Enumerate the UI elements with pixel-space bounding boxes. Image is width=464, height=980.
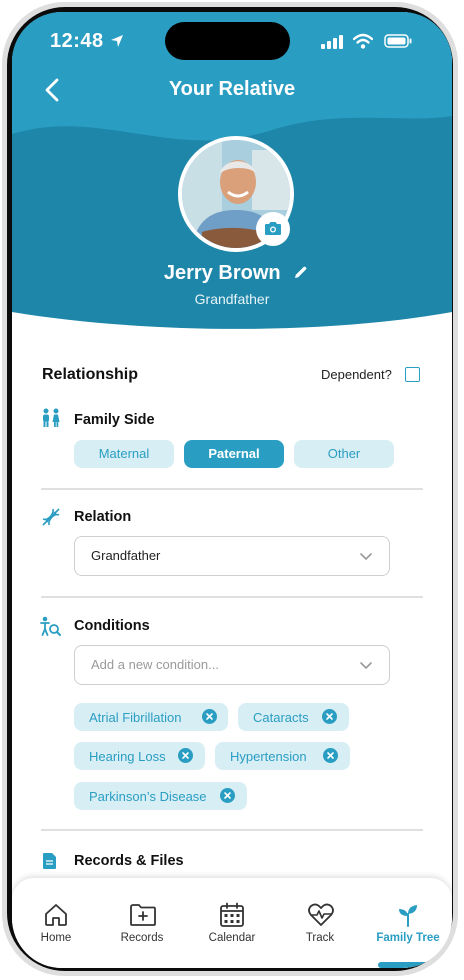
conditions-label: Conditions: [74, 618, 150, 634]
family-people-icon: [43, 408, 60, 427]
condition-chip: Hypertension: [215, 742, 350, 770]
dependent-label: Dependent?: [321, 367, 392, 382]
status-bar: 12:48: [12, 12, 452, 68]
condition-chip-label: Hypertension: [230, 749, 307, 764]
condition-chip: Hearing Loss: [74, 742, 205, 770]
chevron-down-icon: [360, 662, 372, 670]
relation-value: Grandfather: [91, 548, 161, 563]
home-icon: [45, 904, 67, 926]
remove-chip-button[interactable]: [220, 788, 235, 803]
battery-icon: [384, 34, 412, 48]
condition-chip-label: Cataracts: [253, 710, 309, 725]
home-indicator: [378, 962, 438, 968]
tab-label: Records: [120, 932, 164, 944]
condition-placeholder: Add a new condition...: [91, 657, 219, 672]
relation-select[interactable]: Grandfather: [74, 536, 390, 576]
calendar-icon: [220, 902, 244, 927]
document-icon: [43, 853, 56, 869]
condition-chip-label: Parkinson’s Disease: [89, 789, 207, 804]
close-icon: [327, 752, 334, 759]
condition-chip-label: Atrial Fibrillation: [89, 710, 182, 725]
tab-family-tree[interactable]: Family Tree: [364, 890, 452, 948]
heart-pulse-icon: [308, 903, 334, 926]
chevron-down-icon: [360, 553, 372, 561]
family-side-label: Family Side: [74, 412, 155, 428]
remove-chip-button[interactable]: [322, 709, 337, 724]
condition-input[interactable]: Add a new condition...: [74, 645, 390, 685]
tab-track[interactable]: Track: [276, 890, 364, 948]
section-divider: [41, 829, 423, 831]
condition-search-icon: [40, 616, 61, 636]
condition-chip: Parkinson’s Disease: [74, 782, 247, 810]
family-side-maternal[interactable]: Maternal: [74, 440, 174, 468]
sprout-icon: [399, 905, 417, 927]
tab-records[interactable]: Records: [98, 890, 186, 948]
close-icon: [182, 752, 189, 759]
change-photo-button[interactable]: [256, 212, 290, 246]
relationship-heading: Relationship: [42, 366, 139, 383]
edit-pencil-icon[interactable]: [293, 265, 308, 280]
location-arrow-icon: [111, 35, 123, 47]
dna-icon: [42, 508, 60, 526]
tab-label: Home: [40, 932, 72, 944]
tab-label: Calendar: [208, 932, 256, 944]
section-divider: [41, 596, 423, 598]
relation-label: Relation: [74, 509, 132, 525]
status-time: 12:48: [50, 30, 104, 52]
condition-chip-label: Hearing Loss: [89, 749, 166, 764]
dynamic-island: [165, 22, 290, 60]
tab-label: Track: [305, 932, 335, 944]
remove-chip-button[interactable]: [323, 748, 338, 763]
close-icon: [206, 713, 213, 720]
camera-icon: [265, 222, 281, 235]
profile-name-row: Jerry Brown: [12, 262, 452, 285]
remove-chip-button[interactable]: [202, 709, 217, 724]
close-icon: [326, 713, 333, 720]
records-files-label: Records & Files: [74, 853, 184, 869]
folder-plus-icon: [130, 904, 156, 926]
section-divider: [41, 488, 423, 490]
tab-label: Family Tree: [376, 932, 440, 944]
tab-calendar[interactable]: Calendar: [188, 890, 276, 948]
dependent-checkbox[interactable]: [405, 367, 420, 382]
remove-chip-button[interactable]: [178, 748, 193, 763]
tab-bar: Home Records Calendar Track Family Tree: [12, 878, 452, 968]
family-side-paternal[interactable]: Paternal: [184, 440, 284, 468]
condition-chip: Cataracts: [238, 703, 349, 731]
profile-relation: Grandfather: [194, 291, 270, 307]
tab-home[interactable]: Home: [12, 890, 100, 948]
page-title: Your Relative: [168, 78, 296, 100]
close-icon: [224, 792, 231, 799]
profile-name: Jerry Brown: [163, 262, 281, 284]
cellular-signal-icon: [321, 35, 343, 49]
family-side-other[interactable]: Other: [294, 440, 394, 468]
app-screen: 12:48 Your Relative Jerry Brown Grandfat…: [12, 12, 452, 968]
wifi-icon: [353, 33, 373, 49]
condition-chip: Atrial Fibrillation: [74, 703, 228, 731]
